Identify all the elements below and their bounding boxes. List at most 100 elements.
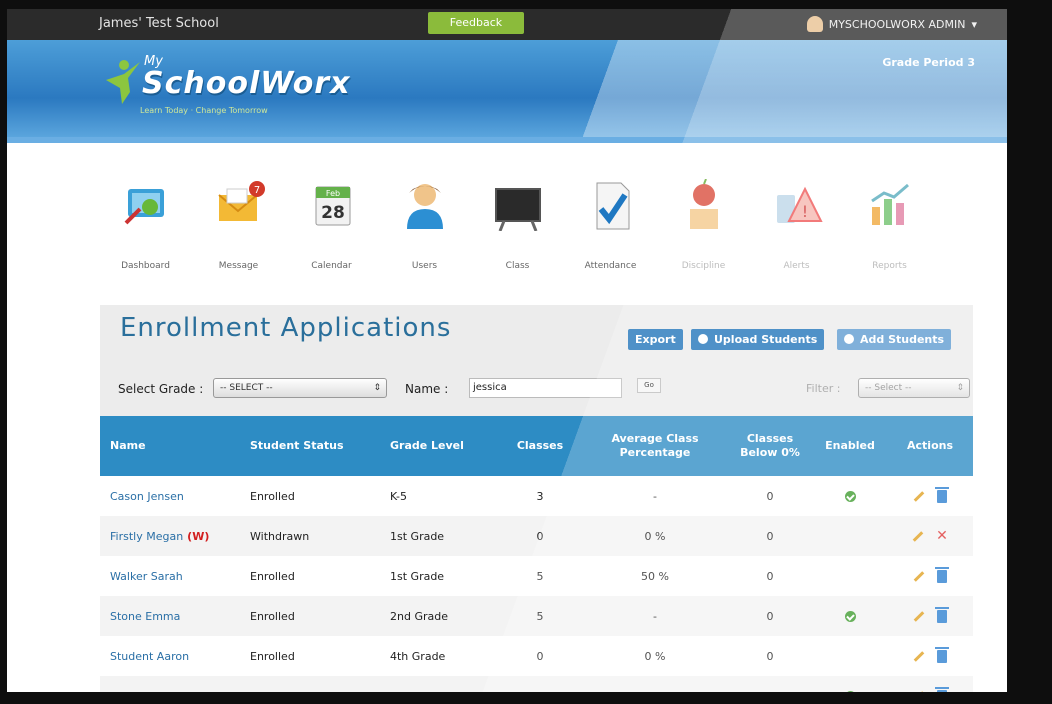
col-name[interactable]: Name <box>110 416 170 476</box>
grade-cell: 1st Grade <box>390 569 445 583</box>
student-name-link[interactable]: Walker Sarah <box>110 570 183 583</box>
table-row: Student Kharis Inactive 4th Grade 2 50 % 0 <box>100 676 973 692</box>
nav-label: Attendance <box>584 261 637 271</box>
delete-trash-icon[interactable] <box>935 486 949 503</box>
actions-cell <box>900 556 960 596</box>
nav-label: Alerts <box>783 261 810 271</box>
below-cell: 0 <box>730 676 810 693</box>
student-name-link[interactable]: Student Kharis <box>110 690 191 693</box>
edit-pencil-icon[interactable] <box>913 570 925 582</box>
edit-pencil-icon[interactable] <box>913 610 925 622</box>
col-classes[interactable]: Classes <box>505 416 575 476</box>
col-below[interactable]: Classes Below 0% <box>730 416 810 476</box>
classes-cell: 5 <box>536 569 544 583</box>
edit-pencil-icon[interactable] <box>912 530 924 542</box>
status-cell: Enrolled <box>250 609 295 623</box>
users-icon <box>406 184 443 229</box>
col-status[interactable]: Student Status <box>250 416 360 476</box>
edit-pencil-icon[interactable] <box>913 490 925 502</box>
enabled-cell <box>820 556 880 596</box>
calendar-icon: Feb 28 <box>315 186 350 226</box>
actions-cell <box>900 676 960 692</box>
add-students-button[interactable]: Add Students <box>837 329 952 350</box>
enrollment-panel: Enrollment Applications Export Upload St… <box>100 305 973 692</box>
grade-cell: 4th Grade <box>390 649 446 663</box>
page-title: Enrollment Applications <box>120 313 452 343</box>
col-enabled[interactable]: Enabled <box>820 416 880 476</box>
main-nav: Dashboard 7 Message Feb 28 Calendar User… <box>99 178 939 279</box>
delete-trash-icon[interactable] <box>935 606 949 623</box>
nav-calendar[interactable]: Feb 28 Calendar <box>285 179 378 279</box>
nav-label: Discipline <box>681 261 726 271</box>
nav-message[interactable]: 7 Message <box>192 179 285 279</box>
enabled-cell <box>820 676 880 692</box>
upload-label: Upload Students <box>714 333 818 346</box>
delete-trash-icon[interactable] <box>935 686 949 692</box>
name-search-input[interactable]: jessica <box>469 378 622 398</box>
name-label: Name : <box>405 382 449 396</box>
nav-label: Users <box>411 261 438 271</box>
nav-class[interactable]: Class <box>471 179 564 279</box>
filter-label: Filter : <box>806 382 841 395</box>
nav-reports[interactable]: Reports <box>843 179 936 279</box>
nav-label: Reports <box>872 261 907 271</box>
student-name-link[interactable]: Firstly Megan <box>110 530 183 543</box>
filter-select[interactable]: -- Select -- <box>858 378 970 398</box>
nav-alerts[interactable]: ! Alerts <box>750 179 843 279</box>
grade-cell: K-5 <box>390 489 408 503</box>
average-cell: 50 % <box>600 676 710 693</box>
nav-attendance[interactable]: Attendance <box>564 179 657 279</box>
below-cell: 0 <box>766 569 774 583</box>
below-cell: 0 <box>766 609 774 623</box>
name-cell: Stone Emma <box>110 596 180 636</box>
table-row: Stone Emma Enrolled 2nd Grade 5 - 0 <box>100 596 973 636</box>
name-cell: Student Aaron <box>110 636 189 676</box>
remove-x-icon[interactable]: ✕ <box>936 528 948 544</box>
table-row: Cason Jensen Enrolled K-5 3 - 0 <box>100 476 973 516</box>
top-bar: James' Test School Feedback MYSCHOOLWORX… <box>7 9 1007 40</box>
delete-trash-icon[interactable] <box>935 646 949 663</box>
feedback-button[interactable]: Feedback <box>428 12 524 34</box>
average-cell: 0 % <box>644 649 666 663</box>
admin-label: MYSCHOOLWORX ADMIN <box>828 17 966 31</box>
add-label: Add Students <box>860 333 945 346</box>
table-row: Student Aaron Enrolled 4th Grade 0 0 % 0 <box>100 636 973 676</box>
status-cell: Inactive <box>250 676 294 693</box>
grade-cell: 1st Grade <box>390 529 445 543</box>
grade-label: Select Grade : <box>118 382 204 396</box>
delete-trash-icon[interactable] <box>935 566 949 583</box>
nav-dashboard[interactable]: Dashboard <box>99 179 192 279</box>
enabled-cell <box>820 476 880 516</box>
student-name-link[interactable]: Stone Emma <box>110 610 180 623</box>
export-button[interactable]: Export <box>628 329 683 350</box>
name-cell: Firstly Megan (W) <box>110 516 209 556</box>
classes-cell: 5 <box>536 609 544 623</box>
edit-pencil-icon[interactable] <box>913 690 925 692</box>
nav-users[interactable]: Users <box>378 179 471 279</box>
student-name-link[interactable]: Cason Jensen <box>110 490 184 503</box>
filter-bar: Select Grade : -- SELECT -- Name : jessi… <box>118 378 970 402</box>
col-average[interactable]: Average Class Percentage <box>600 416 710 476</box>
go-button[interactable]: Go <box>637 378 661 393</box>
below-cell: 0 <box>766 529 774 543</box>
classes-cell: 2 <box>505 676 575 693</box>
nav-discipline[interactable]: Discipline <box>657 178 750 279</box>
upload-students-button[interactable]: Upload Students <box>691 329 825 350</box>
grade-period[interactable]: Grade Period 3 <box>882 56 975 69</box>
name-cell: Walker Sarah <box>110 556 183 596</box>
admin-menu[interactable]: MYSCHOOLWORX ADMIN ▾ <box>806 16 977 32</box>
school-name: James' Test School <box>99 16 219 31</box>
student-name-link[interactable]: Student Aaron <box>110 650 189 663</box>
status-cell: Withdrawn <box>250 529 310 543</box>
header-banner: My SchoolWorx Learn Today · Change Tomor… <box>7 40 1007 137</box>
average-cell: - <box>653 609 657 623</box>
below-cell: 0 <box>766 649 774 663</box>
message-badge: 7 <box>253 185 259 196</box>
grade-select[interactable]: -- SELECT -- <box>213 378 387 398</box>
alerts-icon: ! <box>776 186 823 223</box>
edit-pencil-icon[interactable] <box>913 650 925 662</box>
status-cell: Enrolled <box>250 649 295 663</box>
status-cell: Enrolled <box>250 489 295 503</box>
logo-text: SchoolWorx <box>142 66 351 101</box>
col-grade[interactable]: Grade Level <box>390 416 480 476</box>
